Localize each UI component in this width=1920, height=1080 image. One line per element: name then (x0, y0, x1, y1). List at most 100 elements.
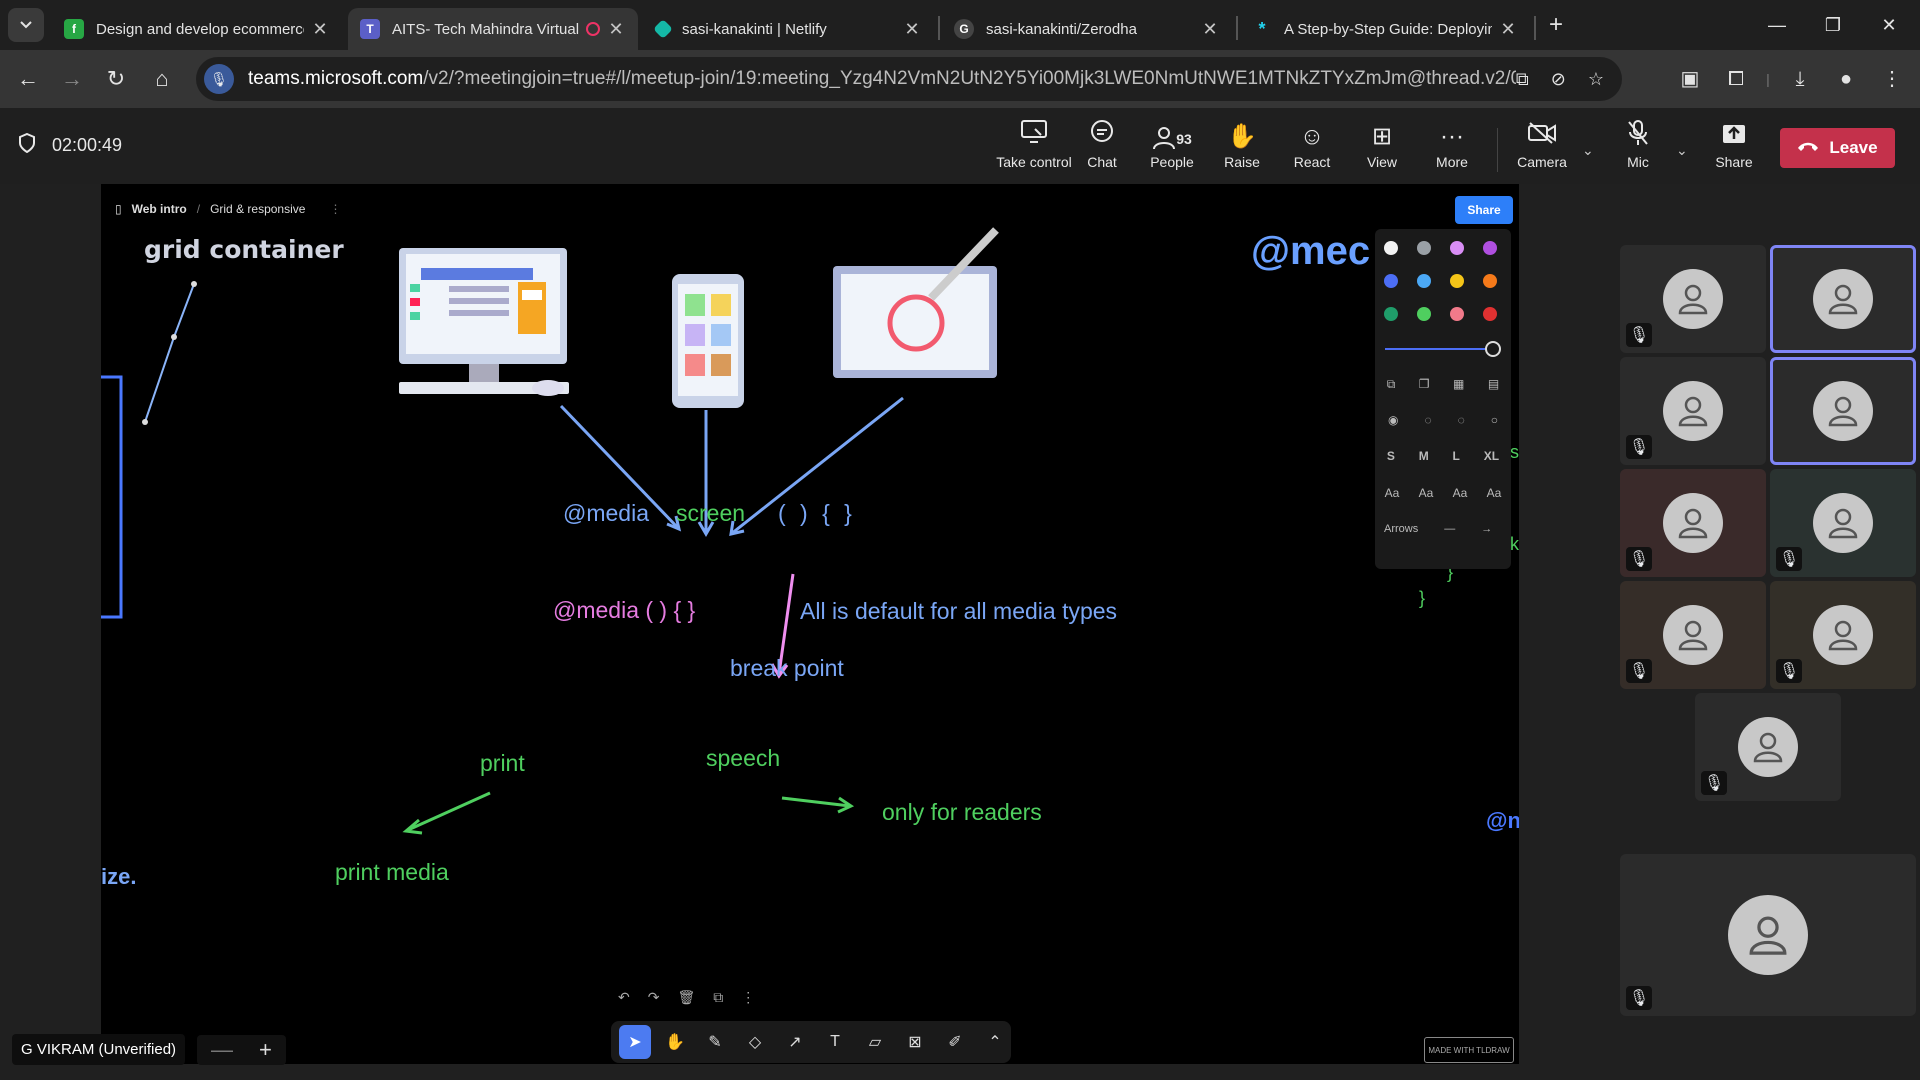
eraser-tool-icon[interactable]: ◇ (739, 1025, 771, 1059)
fill-semi-icon[interactable]: ❐ (1419, 377, 1430, 392)
highlighter-tool-icon[interactable]: ✐ (939, 1025, 971, 1059)
pencil-tool-icon[interactable]: ✎ (699, 1025, 731, 1059)
participant-tile[interactable]: 🎙 (1695, 693, 1841, 801)
share-screen-button[interactable]: Share (1694, 120, 1774, 180)
font-serif[interactable]: Aa (1453, 486, 1468, 500)
home-icon[interactable]: ⌂ (146, 63, 178, 95)
opacity-slider-track[interactable] (1385, 348, 1489, 350)
participant-tile[interactable]: 🎙 (1620, 245, 1766, 353)
microphone-indicator-icon[interactable]: 🎙 (204, 64, 234, 94)
tab-search-button[interactable] (8, 8, 44, 42)
made-with-tldraw-badge[interactable]: MADE WITH TLDRAW (1424, 1037, 1514, 1063)
reload-icon[interactable]: ↻ (100, 63, 132, 95)
color-swatch-light-red[interactable] (1450, 307, 1464, 321)
react-button[interactable]: ☺ React (1272, 120, 1352, 180)
text-tool-icon[interactable]: T (819, 1025, 851, 1059)
size-s[interactable]: S (1387, 449, 1395, 463)
font-draw[interactable]: Aa (1385, 486, 1400, 500)
bookmark-star-icon[interactable]: ☆ (1588, 69, 1604, 90)
browser-tab-github[interactable]: G sasi-kanakinti/Zerodha ✕ (942, 8, 1232, 50)
close-window-icon[interactable]: ✕ (1864, 10, 1914, 40)
participant-tile[interactable]: 🎙 (1770, 581, 1916, 689)
size-m[interactable]: M (1419, 449, 1429, 463)
self-view-tile[interactable]: 🎙 (1620, 854, 1916, 1016)
shared-whiteboard[interactable]: ▯ Web intro / Grid & responsive ⋮ Share (101, 184, 1519, 1064)
participant-tile[interactable]: 🎙 (1620, 357, 1766, 465)
leave-button[interactable]: Leave (1780, 128, 1895, 168)
fill-pattern-icon[interactable]: ▤ (1488, 377, 1499, 392)
delete-icon[interactable]: 🗑 (677, 989, 695, 1006)
color-swatch-light-green[interactable] (1417, 307, 1431, 321)
size-xl[interactable]: XL (1484, 449, 1499, 463)
restore-icon[interactable]: ❐ (1808, 10, 1858, 40)
url-text[interactable]: teams.microsoft.com/v2/?meetingjoin=true… (248, 68, 1516, 90)
more-actions-icon[interactable]: ⋮ (741, 989, 755, 1006)
tracking-off-icon[interactable]: ⊘ (1551, 69, 1566, 90)
dash-draw-icon[interactable]: ○ (1491, 413, 1498, 427)
browser-tab-teams[interactable]: T AITS- Tech Mahindra Virtual ✕ (348, 8, 638, 50)
browser-tab-guide[interactable]: * A Step-by-Step Guide: Deploying ✕ (1240, 8, 1530, 50)
more-button[interactable]: ··· More (1412, 120, 1492, 180)
arrowhead-none-icon[interactable]: — (1444, 523, 1455, 535)
select-tool-icon[interactable]: ➤ (619, 1025, 651, 1059)
fill-solid-icon[interactable]: ▦ (1453, 377, 1464, 392)
color-swatch-orange[interactable] (1483, 274, 1497, 288)
mic-button[interactable]: Mic (1598, 120, 1678, 180)
camera-options-chevron-icon[interactable]: ⌄ (1582, 142, 1594, 159)
participant-tile[interactable]: 🎙 (1620, 469, 1766, 577)
new-tab-button[interactable]: + (1540, 10, 1572, 42)
participant-tile[interactable] (1770, 245, 1916, 353)
color-swatch-grey[interactable] (1417, 241, 1431, 255)
participant-tile[interactable]: 🎙 (1770, 469, 1916, 577)
close-tab-icon[interactable]: ✕ (1498, 19, 1518, 40)
address-bar[interactable]: 🎙 teams.microsoft.com/v2/?meetingjoin=tr… (196, 57, 1622, 101)
dash-dashed-icon[interactable]: ◌ (1424, 413, 1431, 427)
chat-button[interactable]: Chat (1062, 120, 1142, 180)
close-tab-icon[interactable]: ✕ (310, 19, 330, 40)
view-button[interactable]: ⊞ View (1342, 120, 1422, 180)
arrowhead-arrow-icon[interactable]: → (1481, 523, 1492, 535)
browser-tab-netlify[interactable]: sasi-kanakinti | Netlify ✕ (644, 8, 934, 50)
color-swatch-red[interactable] (1483, 307, 1497, 321)
color-swatch-green[interactable] (1384, 307, 1398, 321)
mic-options-chevron-icon[interactable]: ⌄ (1676, 142, 1688, 159)
participant-tile[interactable] (1770, 357, 1916, 465)
hand-tool-icon[interactable]: ✋ (659, 1025, 691, 1059)
participant-tile[interactable]: 🎙 (1620, 581, 1766, 689)
download-icon[interactable]: ⤓ (1784, 63, 1816, 95)
install-app-icon[interactable]: ⧉ (1516, 69, 1529, 90)
color-swatch-white[interactable] (1384, 241, 1398, 255)
camera-button[interactable]: Camera (1502, 120, 1582, 180)
browser-tab-ecommerce[interactable]: f Design and develop ecommerce ✕ (52, 8, 342, 50)
color-swatch-violet[interactable] (1483, 241, 1497, 255)
forward-arrow-icon[interactable]: → (56, 63, 88, 95)
image-tool-icon[interactable]: ⊠ (899, 1025, 931, 1059)
color-swatch-blue[interactable] (1384, 274, 1398, 288)
browser-menu-icon[interactable]: ⋮ (1876, 63, 1908, 95)
profile-avatar[interactable]: ● (1830, 63, 1862, 95)
note-tool-icon[interactable]: ▱ (859, 1025, 891, 1059)
size-l[interactable]: L (1453, 449, 1460, 463)
zoom-in-icon[interactable]: + (259, 1037, 272, 1063)
minimize-icon[interactable]: — (1752, 10, 1802, 40)
raise-hand-button[interactable]: ✋ Raise (1202, 120, 1282, 180)
fill-none-icon[interactable]: ⧉ (1387, 377, 1396, 392)
close-tab-icon[interactable]: ✕ (606, 19, 626, 40)
dash-dotted-icon[interactable]: ◌ (1458, 413, 1465, 427)
color-swatch-light-violet[interactable] (1450, 241, 1464, 255)
undo-icon[interactable]: ↶ (618, 989, 630, 1006)
dash-solid-icon[interactable]: ◉ (1388, 413, 1398, 427)
more-tools-chevron-icon[interactable]: ⌃ (979, 1025, 1011, 1059)
people-button[interactable]: 93 People (1132, 120, 1212, 180)
arrow-tool-icon[interactable]: ↗ (779, 1025, 811, 1059)
extensions-puzzle-icon[interactable]: ⧠ (1720, 63, 1752, 95)
font-mono[interactable]: Aa (1487, 486, 1502, 500)
redo-icon[interactable]: ↷ (648, 989, 660, 1006)
close-tab-icon[interactable]: ✕ (902, 19, 922, 40)
duplicate-icon[interactable]: ⧉ (713, 989, 723, 1006)
close-tab-icon[interactable]: ✕ (1200, 19, 1220, 40)
opacity-slider-thumb[interactable] (1485, 341, 1501, 357)
extension-screen-icon[interactable]: ▣ (1674, 63, 1706, 95)
back-arrow-icon[interactable]: ← (12, 63, 44, 95)
color-swatch-yellow[interactable] (1450, 274, 1464, 288)
